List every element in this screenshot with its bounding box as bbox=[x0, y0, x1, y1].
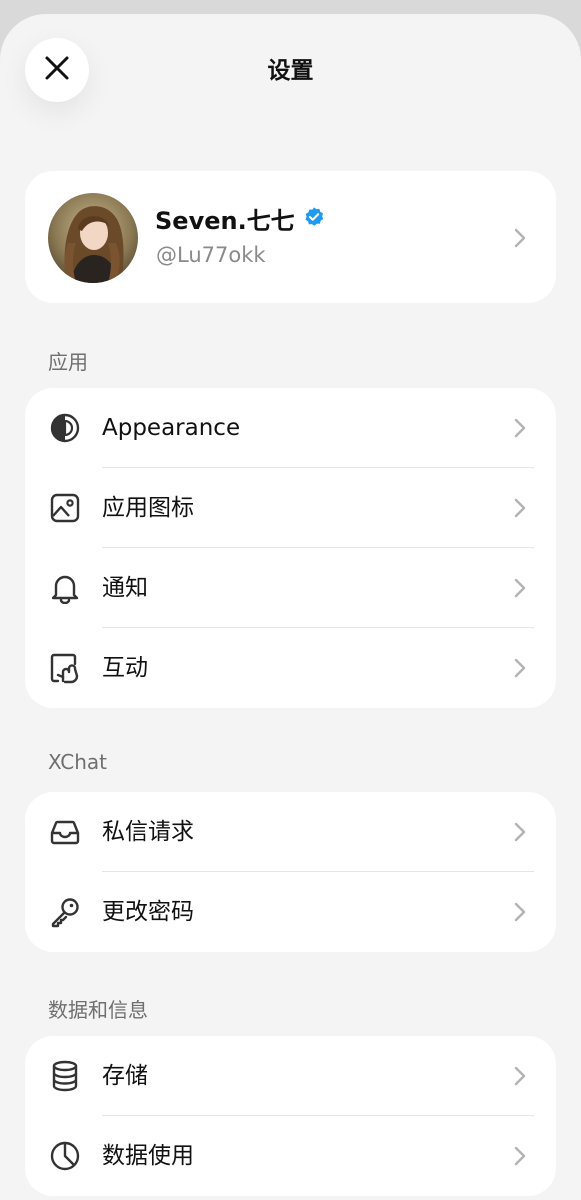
chevron-right-icon bbox=[512, 227, 528, 249]
chevron-right-icon bbox=[512, 417, 528, 439]
settings-row-label: 更改密码 bbox=[102, 899, 194, 925]
section-label-data: 数据和信息 bbox=[48, 998, 148, 1022]
settings-row-label: Appearance bbox=[102, 415, 241, 441]
settings-row-label: 数据使用 bbox=[102, 1143, 194, 1169]
section-label-xchat: XChat bbox=[48, 750, 107, 774]
settings-row-label: 互动 bbox=[102, 655, 148, 681]
avatar bbox=[48, 193, 138, 283]
chevron-right-icon bbox=[512, 497, 528, 519]
profile-handle: @Lu77okk bbox=[156, 243, 266, 267]
interaction-icon bbox=[49, 652, 81, 684]
database-icon bbox=[49, 1060, 81, 1092]
chevron-right-icon bbox=[512, 1065, 528, 1087]
settings-row-app-icon[interactable]: 应用图标 bbox=[25, 468, 556, 548]
page-title: 设置 bbox=[267, 58, 314, 84]
chevron-right-icon bbox=[512, 577, 528, 599]
profile-card[interactable]: Seven.七七 @Lu77okk bbox=[25, 171, 556, 303]
chevron-right-icon bbox=[512, 821, 528, 843]
settings-row-label: 应用图标 bbox=[102, 495, 194, 521]
app-icon-icon bbox=[49, 492, 81, 524]
app-settings-card: Appearance 应用图标 通知 互动 bbox=[25, 388, 556, 708]
key-icon bbox=[49, 896, 81, 928]
section-label-app: 应用 bbox=[48, 350, 88, 374]
verified-badge-icon bbox=[303, 206, 325, 232]
settings-row-notifications[interactable]: 通知 bbox=[25, 548, 556, 628]
bell-icon bbox=[49, 572, 81, 604]
chevron-right-icon bbox=[512, 901, 528, 923]
chevron-right-icon bbox=[512, 1145, 528, 1167]
chevron-right-icon bbox=[512, 657, 528, 679]
data-settings-card: 存储 数据使用 bbox=[25, 1036, 556, 1196]
xchat-settings-card: 私信请求 更改密码 bbox=[25, 792, 556, 952]
settings-row-message-requests[interactable]: 私信请求 bbox=[25, 792, 556, 872]
settings-row-data-usage[interactable]: 数据使用 bbox=[25, 1116, 556, 1196]
settings-row-label: 通知 bbox=[102, 575, 148, 601]
settings-row-label: 存储 bbox=[102, 1063, 148, 1089]
settings-row-change-password[interactable]: 更改密码 bbox=[25, 872, 556, 952]
profile-name-row: Seven.七七 bbox=[155, 201, 325, 236]
settings-row-appearance[interactable]: Appearance bbox=[25, 388, 556, 468]
settings-sheet: 设置 Seven.七七 @Lu77okk 应用 Appearance 应用图标 … bbox=[0, 14, 581, 1200]
settings-row-interactions[interactable]: 互动 bbox=[25, 628, 556, 708]
profile-name: Seven.七七 bbox=[155, 207, 295, 235]
settings-row-storage[interactable]: 存储 bbox=[25, 1036, 556, 1116]
settings-row-label: 私信请求 bbox=[102, 819, 194, 845]
inbox-icon bbox=[49, 816, 81, 848]
appearance-icon bbox=[49, 412, 81, 444]
clock-icon bbox=[49, 1140, 81, 1172]
